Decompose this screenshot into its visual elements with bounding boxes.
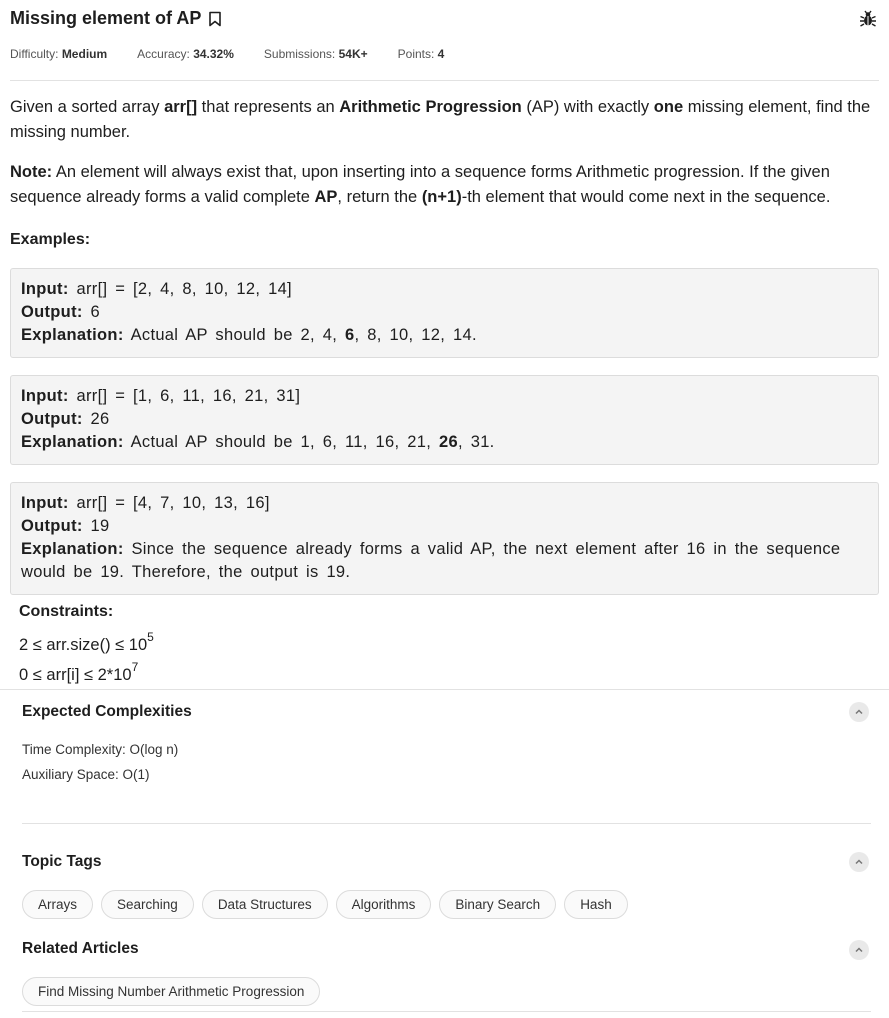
topic-tags-title[interactable]: Topic Tags bbox=[22, 853, 102, 871]
accuracy-stat: Accuracy: 34.32% bbox=[137, 47, 234, 61]
expected-complexities-title[interactable]: Expected Complexities bbox=[22, 703, 192, 721]
time-complexity: Time Complexity: O(log n) bbox=[22, 742, 179, 757]
related-articles-title[interactable]: Related Articles bbox=[22, 940, 139, 958]
points-stat: Points: 4 bbox=[397, 47, 445, 61]
bookmark-icon[interactable] bbox=[208, 11, 222, 27]
chevron-up-icon[interactable] bbox=[849, 852, 869, 872]
topic-tag[interactable]: Hash bbox=[564, 890, 628, 919]
related-article-link[interactable]: Find Missing Number Arithmetic Progressi… bbox=[22, 977, 321, 1006]
submissions-stat: Submissions: 54K+ bbox=[263, 47, 368, 61]
page-title: Missing element of AP bbox=[10, 8, 202, 28]
topic-tag[interactable]: Arrays bbox=[22, 890, 94, 919]
divider bbox=[22, 1011, 871, 1012]
constraint-line: 0 ≤ arr[i] ≤ 2*107 bbox=[19, 660, 139, 684]
topic-tag-list: Arrays Searching Data Structures Algorit… bbox=[22, 890, 628, 919]
problem-note: Note: An element will always exist that,… bbox=[10, 163, 831, 206]
problem-statement: Given a sorted array arr[] that represen… bbox=[10, 98, 871, 141]
example-box: Input: arr[] = [1, 6, 11, 16, 21, 31] Ou… bbox=[10, 375, 879, 465]
difficulty-stat: Difficulty: Medium bbox=[10, 47, 108, 61]
example-box: Input: arr[] = [4, 7, 10, 13, 16] Output… bbox=[10, 482, 879, 595]
bug-icon[interactable] bbox=[859, 10, 877, 28]
divider bbox=[0, 689, 889, 690]
constraints-heading: Constraints: bbox=[19, 603, 114, 620]
topic-tag[interactable]: Data Structures bbox=[201, 890, 328, 919]
examples-heading: Examples: bbox=[10, 231, 91, 248]
divider bbox=[22, 823, 871, 824]
example-box: Input: arr[] = [2, 4, 8, 10, 12, 14] Out… bbox=[10, 268, 879, 358]
problem-meta: Difficulty: Medium Accuracy: 34.32% Subm… bbox=[10, 47, 444, 61]
chevron-up-icon[interactable] bbox=[849, 940, 869, 960]
topic-tag[interactable]: Searching bbox=[101, 890, 194, 919]
problem-header: Missing element of AP bbox=[10, 8, 879, 34]
topic-tag[interactable]: Binary Search bbox=[439, 890, 557, 919]
space-complexity: Auxiliary Space: O(1) bbox=[22, 767, 150, 782]
divider bbox=[10, 80, 879, 81]
topic-tag[interactable]: Algorithms bbox=[335, 890, 432, 919]
chevron-up-icon[interactable] bbox=[849, 702, 869, 722]
constraint-line: 2 ≤ arr.size() ≤ 105 bbox=[19, 630, 154, 654]
